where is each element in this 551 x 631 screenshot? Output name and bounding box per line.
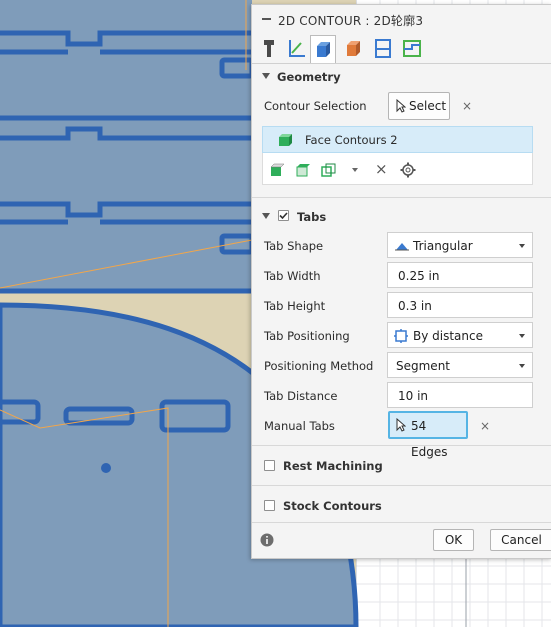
geometry-cube-icon (317, 42, 330, 57)
tab-geometry[interactable] (310, 35, 336, 63)
positioning-method-value: Segment (396, 359, 450, 373)
selection-toolbar: × (262, 153, 533, 185)
positioning-method-label: Positioning Method (264, 359, 374, 373)
tab-distance-value: 10 in (398, 389, 429, 403)
manual-tabs-button[interactable]: 54 Edges (388, 411, 468, 459)
tab-width-value: 0.25 in (398, 269, 440, 283)
tab-shape-label: Tab Shape (264, 239, 324, 253)
tab-tool[interactable] (256, 35, 282, 61)
cancel-button[interactable]: Cancel (490, 529, 551, 551)
tool-icon (264, 40, 274, 57)
chevron-down-icon[interactable] (352, 168, 358, 172)
tab-distance-input[interactable]: 10 in (387, 382, 533, 408)
tab-shape-dropdown[interactable]: Triangular (387, 232, 533, 258)
gear-icon[interactable] (400, 162, 416, 178)
ok-button[interactable]: OK (433, 529, 474, 551)
expand-triangle-icon (262, 73, 270, 79)
tab-height-value: 0.3 in (398, 299, 432, 313)
positioning-method-dropdown[interactable]: Segment (387, 352, 533, 378)
dialog-title: 2D CONTOUR : 2D轮廓3 (278, 14, 424, 28)
tab-distance-label: Tab Distance (264, 389, 338, 403)
positioning-icon (394, 329, 408, 343)
triangular-tab-icon (395, 243, 409, 251)
edge-contour-icon[interactable] (296, 163, 312, 177)
cursor-arrow-icon (396, 418, 406, 432)
tab-geometry-axes[interactable] (283, 35, 309, 61)
stock-contours-label: Stock Contours (283, 499, 382, 513)
drill-hole (101, 463, 111, 473)
face-contour-icon (279, 134, 292, 146)
tabs-header: Tabs (297, 210, 327, 224)
collapse-icon[interactable] (262, 18, 271, 20)
rest-machining-label: Rest Machining (283, 459, 383, 473)
axes-icon (289, 40, 305, 57)
geometry-section-header[interactable]: Geometry (252, 67, 551, 87)
select-button[interactable]: Select (388, 92, 450, 120)
tab-positioning-value: By distance (413, 329, 483, 343)
contour-dialog: 2D CONTOUR : 2D轮廓3 Geometry Contour Sele… (251, 4, 551, 559)
section-divider (252, 197, 551, 198)
rest-machining-checkbox[interactable] (264, 460, 275, 471)
add-contour-icon[interactable] (270, 163, 286, 177)
tab-height-label: Tab Height (264, 299, 326, 313)
tab-shape-value: Triangular (413, 239, 473, 253)
info-icon[interactable] (260, 533, 274, 547)
tabs-section-header[interactable]: Tabs (252, 207, 551, 227)
dialog-tab-bar (252, 33, 551, 64)
tab-positioning-dropdown[interactable]: By distance (387, 322, 533, 348)
expand-triangle-icon (262, 213, 270, 219)
clear-manual-tabs-icon[interactable]: × (480, 419, 490, 433)
sketch-contour-icon[interactable] (321, 163, 337, 177)
tab-positioning-label: Tab Positioning (264, 329, 350, 343)
section-divider (252, 445, 551, 446)
tabs-checkbox[interactable] (278, 210, 289, 221)
chevron-down-icon (519, 334, 525, 338)
selection-list-item[interactable]: Face Contours 2 (262, 126, 533, 153)
heights-icon (375, 39, 391, 58)
geometry-header: Geometry (277, 70, 341, 84)
select-button-label: Select (409, 99, 447, 113)
manual-tabs-value: 54 Edges (411, 419, 448, 459)
chevron-down-icon (519, 244, 525, 248)
remove-icon[interactable]: × (375, 160, 388, 178)
tab-width-label: Tab Width (264, 269, 321, 283)
tab-passes[interactable] (399, 35, 425, 61)
section-divider (252, 522, 551, 523)
tab-stock[interactable] (341, 35, 367, 61)
checkmark-icon (279, 212, 288, 220)
tab-height-input[interactable]: 0.3 in (387, 292, 533, 318)
clear-selection-icon[interactable]: × (462, 99, 472, 113)
tab-heights[interactable] (370, 35, 396, 61)
passes-icon (403, 40, 421, 57)
dialog-title-bar: 2D CONTOUR : 2D轮廓3 (252, 5, 551, 33)
chevron-down-icon (519, 364, 525, 368)
selected-contour-name: Face Contours 2 (305, 133, 398, 147)
stock-cube-icon (347, 41, 360, 56)
cursor-arrow-icon (396, 99, 406, 113)
manual-tabs-label: Manual Tabs (264, 419, 335, 433)
tab-width-input[interactable]: 0.25 in (387, 262, 533, 288)
contour-selection-label: Contour Selection (264, 99, 367, 113)
part-upper[interactable] (0, 0, 252, 290)
section-divider (252, 485, 551, 486)
stock-contours-checkbox[interactable] (264, 500, 275, 511)
